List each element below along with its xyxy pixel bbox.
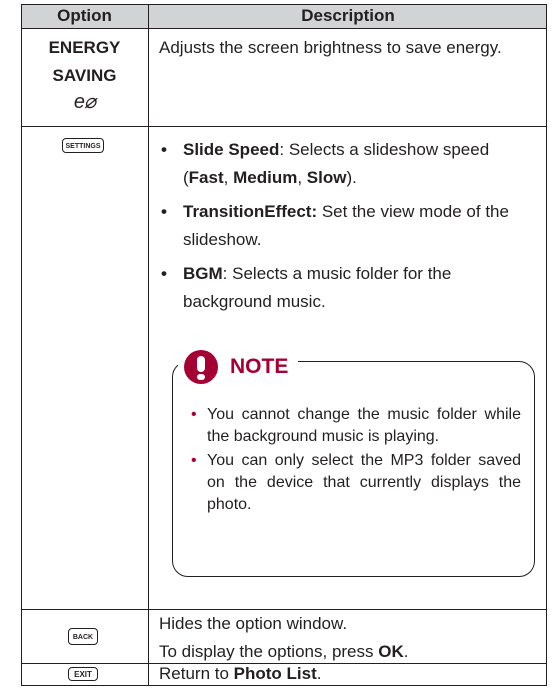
description-exit: Return to Photo List. — [159, 660, 539, 688]
table-border-right — [546, 4, 547, 686]
option-label: ENERGY — [48, 38, 121, 57]
exclamation-dot — [197, 374, 205, 380]
bullet-dot: • — [191, 452, 197, 469]
settings-bullet-list: • Slide Speed: Selects a slideshow speed… — [159, 136, 539, 322]
bullet-dot: • — [161, 140, 167, 159]
row-divider — [21, 28, 547, 29]
column-divider — [148, 4, 149, 686]
eco-icon: e⌀ — [73, 91, 96, 113]
list-item: • BGM: Selects a music folder for the ba… — [159, 260, 539, 316]
note-header: NOTE — [178, 345, 299, 389]
note-text: You can only select the MP3 folder saved… — [207, 452, 521, 513]
bullet-term: BGM — [183, 264, 223, 283]
description-text: Return to — [159, 664, 234, 683]
options-table: Option Description ENERGY SAVING e⌀ Adju… — [21, 4, 547, 686]
ok-label: OK — [378, 642, 404, 661]
list-item: • You cannot change the music folder whi… — [191, 404, 521, 448]
table-border-top — [21, 4, 547, 5]
bullet-dot: • — [191, 406, 197, 423]
note-list: • You cannot change the music folder whi… — [191, 404, 521, 518]
bullet-term: Slide Speed — [183, 140, 280, 159]
option-energy-saving: ENERGY SAVING — [21, 34, 148, 90]
photo-list-label: Photo List — [233, 664, 317, 683]
description-text: . — [403, 642, 409, 661]
list-item: • You can only select the MP3 folder sav… — [191, 450, 521, 516]
note-text: You cannot change the music folder while… — [207, 406, 521, 445]
description-text: . — [316, 664, 322, 683]
description-line: Hides the option window. — [159, 614, 348, 633]
exclamation-icon — [184, 350, 218, 384]
back-key-icon: BACK — [68, 628, 98, 645]
speed-medium: Medium — [233, 168, 298, 187]
settings-key-icon: SETTINGS — [62, 138, 104, 153]
speed-fast: Fast — [188, 168, 224, 187]
bullet-text: ). — [346, 168, 357, 187]
bullet-text: : Selects a music folder for the backgro… — [183, 264, 452, 311]
speed-slow: Slow — [306, 168, 347, 187]
bullet-term: TransitionEffect: — [183, 202, 318, 221]
note-title: NOTE — [230, 355, 289, 378]
list-item: • Slide Speed: Selects a slideshow speed… — [159, 136, 539, 192]
header-description: Description — [301, 6, 395, 25]
separator: , — [223, 168, 234, 187]
option-label: SAVING — [52, 66, 117, 85]
description-back: Hides the option window. To display the … — [159, 610, 539, 666]
exclamation-bar — [197, 356, 205, 372]
description-energy-saving: Adjusts the screen brightness to save en… — [159, 38, 502, 57]
list-item: • TransitionEffect: Set the view mode of… — [159, 198, 539, 254]
exit-key-icon: EXIT — [68, 667, 98, 681]
description-text: To display the options, press — [159, 642, 379, 661]
header-option: Option — [57, 6, 112, 25]
separator: , — [297, 168, 307, 187]
row-divider — [21, 126, 547, 127]
bullet-dot: • — [161, 264, 167, 283]
bullet-dot: • — [161, 202, 167, 221]
